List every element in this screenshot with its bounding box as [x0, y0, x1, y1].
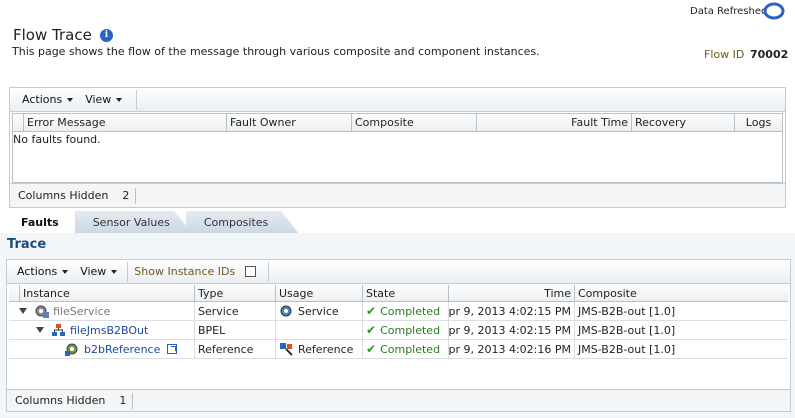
- check-icon: ✔: [366, 323, 377, 337]
- usage-cell: Reference: [298, 342, 354, 356]
- instance-link[interactable]: b2bReference: [84, 343, 160, 356]
- tab-faults[interactable]: Faults: [9, 211, 81, 233]
- column-header[interactable]: Composite: [574, 285, 788, 301]
- state-cell: Completed: [380, 304, 441, 318]
- trace-title: Trace: [7, 237, 47, 252]
- page-description: This page shows the flow of the message …: [12, 45, 540, 58]
- detail-tabs: Faults Sensor Values Composites: [9, 211, 299, 233]
- service-icon: [280, 305, 292, 317]
- faults-status-bar: Columns Hidden 2: [10, 183, 785, 207]
- trace-panel: Actions View Show Instance IDs Instance …: [6, 259, 791, 412]
- tab-composites[interactable]: Composites: [185, 211, 299, 233]
- usage-cell: [275, 321, 362, 339]
- trace-table-header: Instance Type Usage State Time Composite: [9, 285, 788, 302]
- column-header[interactable]: Error Message: [23, 114, 226, 131]
- columns-hidden-label: Columns Hidden: [15, 394, 106, 407]
- faults-view-menu[interactable]: View: [77, 93, 126, 106]
- column-header[interactable]: State: [362, 285, 448, 301]
- composite-cell: JMS-B2B-out [1.0]: [574, 340, 788, 358]
- check-icon: ✔: [366, 304, 377, 318]
- chevron-down-icon: [67, 97, 74, 102]
- chevron-down-icon: [116, 97, 123, 102]
- type-cell: Service: [194, 302, 275, 320]
- column-header[interactable]: Recovery: [631, 114, 734, 131]
- expand-icon[interactable]: [36, 327, 44, 333]
- type-cell: BPEL: [194, 321, 275, 339]
- faults-table: Error Message Fault Owner Composite Faul…: [12, 113, 783, 183]
- faults-table-header: Error Message Fault Owner Composite Faul…: [13, 114, 782, 132]
- info-icon[interactable]: i: [100, 29, 113, 42]
- columns-hidden-count[interactable]: 2: [108, 189, 135, 202]
- time-cell: Apr 9, 2013 4:02:15 PM: [448, 302, 574, 320]
- external-link-icon[interactable]: [167, 344, 178, 354]
- columns-hidden-label: Columns Hidden: [18, 189, 109, 202]
- column-header[interactable]: Logs: [734, 114, 782, 131]
- faults-panel: Actions View Error Message Fault Owner C…: [9, 87, 786, 208]
- state-cell: Completed: [380, 323, 441, 337]
- column-header[interactable]: Composite: [351, 114, 476, 131]
- show-instance-ids-toggle[interactable]: Show Instance IDs: [128, 265, 260, 278]
- column-header[interactable]: Usage: [275, 285, 362, 301]
- instance-link[interactable]: fileJmsB2BOut: [70, 324, 148, 337]
- columns-hidden-count[interactable]: 1: [105, 394, 132, 407]
- faults-toolbar: Actions View: [10, 88, 785, 112]
- column-header[interactable]: Fault Owner: [226, 114, 351, 131]
- flow-id-value: 70002: [750, 48, 789, 61]
- no-faults-message: No faults found.: [13, 133, 101, 146]
- reference-icon: [280, 343, 293, 356]
- expand-icon[interactable]: [19, 308, 27, 314]
- time-cell: Apr 9, 2013 4:02:16 PM: [448, 340, 574, 358]
- state-cell: Completed: [380, 342, 441, 356]
- reference-icon: [65, 343, 78, 356]
- page-title: Flow Trace: [13, 26, 92, 44]
- chevron-down-icon: [62, 269, 69, 274]
- type-cell: Reference: [194, 340, 275, 358]
- show-instance-ids-checkbox[interactable]: [245, 266, 257, 277]
- data-refreshed-label: Data Refreshed: [690, 6, 768, 17]
- column-header[interactable]: Instance: [19, 285, 194, 301]
- trace-table: Instance Type Usage State Time Composite…: [9, 285, 788, 359]
- table-row[interactable]: fileService Service Service ✔ Completed …: [9, 302, 788, 321]
- table-row[interactable]: b2bReference Reference Reference ✔ Compl…: [9, 340, 788, 359]
- composite-cell: JMS-B2B-out [1.0]: [574, 302, 788, 320]
- flow-id-label: Flow ID: [704, 48, 745, 61]
- service-icon: [35, 305, 49, 318]
- trace-view-menu[interactable]: View: [72, 265, 121, 278]
- bpel-icon: [52, 324, 65, 336]
- column-header[interactable]: Type: [194, 285, 275, 301]
- table-row[interactable]: fileJmsB2BOut BPEL ✔ Completed Apr 9, 20…: [9, 321, 788, 340]
- chevron-down-icon: [111, 269, 118, 274]
- faults-actions-menu[interactable]: Actions: [10, 93, 77, 106]
- column-header[interactable]: Fault Time: [476, 114, 631, 131]
- trace-actions-menu[interactable]: Actions: [7, 265, 72, 278]
- time-cell: Apr 9, 2013 4:02:15 PM: [448, 321, 574, 339]
- check-icon: ✔: [366, 342, 377, 356]
- tab-sensor-values[interactable]: Sensor Values: [74, 211, 192, 233]
- trace-toolbar: Actions View Show Instance IDs: [7, 260, 790, 284]
- trace-status-bar: Columns Hidden 1: [7, 389, 790, 411]
- instance-link[interactable]: fileService: [53, 305, 110, 318]
- usage-cell: Service: [298, 304, 339, 318]
- composite-cell: JMS-B2B-out [1.0]: [574, 321, 788, 339]
- column-header[interactable]: Time: [448, 285, 574, 301]
- refresh-icon[interactable]: [763, 1, 785, 21]
